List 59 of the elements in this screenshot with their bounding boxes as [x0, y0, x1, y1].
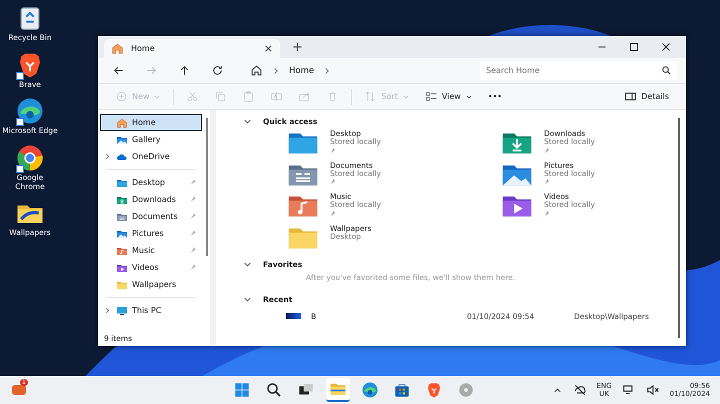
- windows-logo-icon: [233, 381, 251, 399]
- search-icon: [265, 381, 283, 399]
- pin-icon: [330, 146, 338, 154]
- close-icon[interactable]: [660, 41, 672, 53]
- view-list-icon: [424, 90, 438, 103]
- browser-circle-icon: [15, 142, 45, 173]
- search-icon: [661, 65, 672, 76]
- sidebar-item[interactable]: Pictures: [100, 225, 202, 242]
- share-icon: [298, 90, 312, 103]
- details-button[interactable]: Details: [621, 88, 672, 105]
- pin-icon: [544, 178, 552, 186]
- breadcrumb[interactable]: Home: [289, 66, 314, 76]
- sort-icon: [364, 90, 378, 103]
- scissors-icon: [186, 90, 200, 103]
- sidebar-item[interactable]: Gallery: [100, 131, 202, 148]
- sidebar-item[interactable]: This PC: [100, 302, 202, 319]
- pin-icon: [330, 178, 338, 186]
- refresh-icon[interactable]: [211, 64, 224, 77]
- sidebar-item[interactable]: Downloads: [100, 191, 202, 208]
- image-thumbnail: [286, 313, 301, 319]
- details-pane-icon[interactable]: [624, 90, 638, 103]
- pin-icon: [544, 210, 552, 218]
- tab[interactable]: Home ×: [104, 39, 280, 58]
- cloud-off-icon[interactable]: [572, 383, 587, 397]
- scrollbar[interactable]: [678, 118, 680, 338]
- plus-circle-icon: [115, 90, 128, 103]
- lion-head-icon: [425, 381, 443, 399]
- trash-icon: [326, 90, 340, 103]
- close-tab-button[interactable]: ×: [264, 42, 273, 55]
- sidebar-item[interactable]: Home: [100, 114, 202, 131]
- clipboard-icon: [242, 90, 256, 103]
- sidebar-item[interactable]: Videos: [100, 259, 202, 276]
- copy-icon: [214, 90, 228, 103]
- speaker-muted-icon[interactable]: [646, 383, 660, 397]
- sidebar-item[interactable]: Desktop: [100, 174, 202, 191]
- browser-swirl-icon: [361, 381, 379, 399]
- disc-icon: [457, 381, 475, 399]
- pin-icon: [330, 210, 338, 218]
- scrollbar[interactable]: [206, 118, 208, 256]
- search-field[interactable]: Search Home: [480, 61, 678, 80]
- more-button[interactable]: •••: [484, 90, 505, 103]
- up-arrow-icon[interactable]: [178, 64, 191, 77]
- browser-swirl-icon: [15, 96, 45, 126]
- new-tab-button[interactable]: +: [292, 40, 303, 55]
- sidebar-item[interactable]: Wallpapers: [100, 276, 202, 293]
- maximize-icon[interactable]: [628, 41, 640, 53]
- tab-title: Home: [131, 44, 156, 53]
- rename-icon: [270, 90, 284, 103]
- home-icon: [111, 42, 124, 55]
- pin-icon: [544, 146, 552, 154]
- sidebar-item[interactable]: Music: [100, 242, 202, 259]
- back-arrow-icon[interactable]: [112, 64, 125, 77]
- sidebar-item[interactable]: OneDrive: [100, 148, 202, 165]
- home-outline-icon[interactable]: [250, 64, 263, 77]
- home-icon: [116, 116, 128, 128]
- address-bar[interactable]: Home: [244, 60, 444, 81]
- view-button[interactable]: View: [422, 88, 476, 105]
- sidebar-item[interactable]: Documents: [100, 208, 202, 225]
- monitor-icon: [116, 304, 128, 316]
